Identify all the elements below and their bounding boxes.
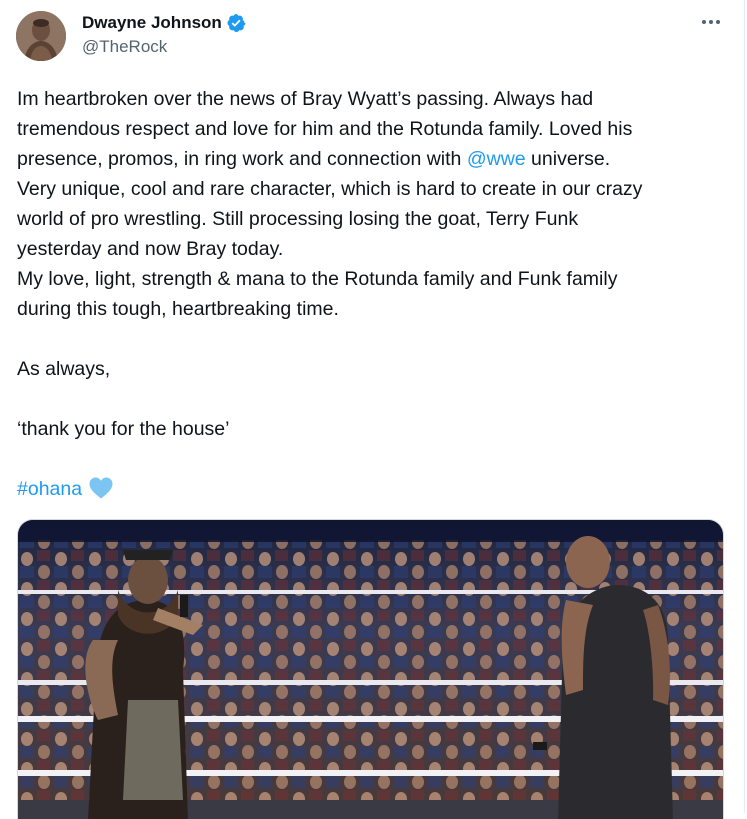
blue-heart-icon — [88, 476, 114, 500]
wrestling-ring-photo-icon — [18, 520, 723, 819]
tweet-media-photo[interactable] — [17, 519, 724, 819]
tweet-card: Dwayne Johnson @TheRock Im heartbroken o… — [0, 0, 745, 819]
author-avatar[interactable] — [16, 11, 66, 61]
tweet-line: ‘thank you for the house’ — [17, 418, 230, 440]
line-spacer — [17, 324, 729, 354]
author-display-name[interactable]: Dwayne Johnson — [82, 13, 222, 33]
line-spacer — [17, 444, 729, 474]
tweet-line-text: presence, promos, in ring work and conne… — [17, 148, 467, 170]
tweet-line-text: universe. — [525, 148, 611, 170]
avatar-photo-icon — [16, 11, 66, 61]
line-spacer — [17, 384, 729, 414]
author-name-row: Dwayne Johnson — [82, 12, 246, 34]
mention-wwe-link[interactable]: @wwe — [467, 148, 526, 170]
tweet-line: #ohana — [17, 474, 729, 504]
tweet-line: As always, — [17, 358, 111, 380]
tweet-text: Im heartbroken over the news of Bray Wya… — [17, 84, 729, 504]
tweet-line: world of pro wrestling. Still processing… — [17, 208, 579, 230]
tweet-line: during this tough, heartbreaking time. — [17, 298, 339, 320]
tweet-line: Im heartbroken over the news of Bray Wya… — [17, 88, 594, 110]
more-options-button[interactable] — [696, 10, 726, 34]
tweet-line: My love, light, strength & mana to the R… — [17, 268, 618, 290]
hashtag-ohana-link[interactable]: #ohana — [17, 478, 82, 500]
verified-badge-icon — [226, 13, 246, 33]
tweet-line: tremendous respect and love for him and … — [17, 118, 633, 140]
more-options-icon — [702, 20, 720, 24]
tweet-line: presence, promos, in ring work and conne… — [17, 144, 729, 174]
tweet-line: yesterday and now Bray today. — [17, 238, 284, 260]
author-handle[interactable]: @TheRock — [82, 37, 167, 57]
tweet-line: Very unique, cool and rare character, wh… — [17, 178, 643, 200]
